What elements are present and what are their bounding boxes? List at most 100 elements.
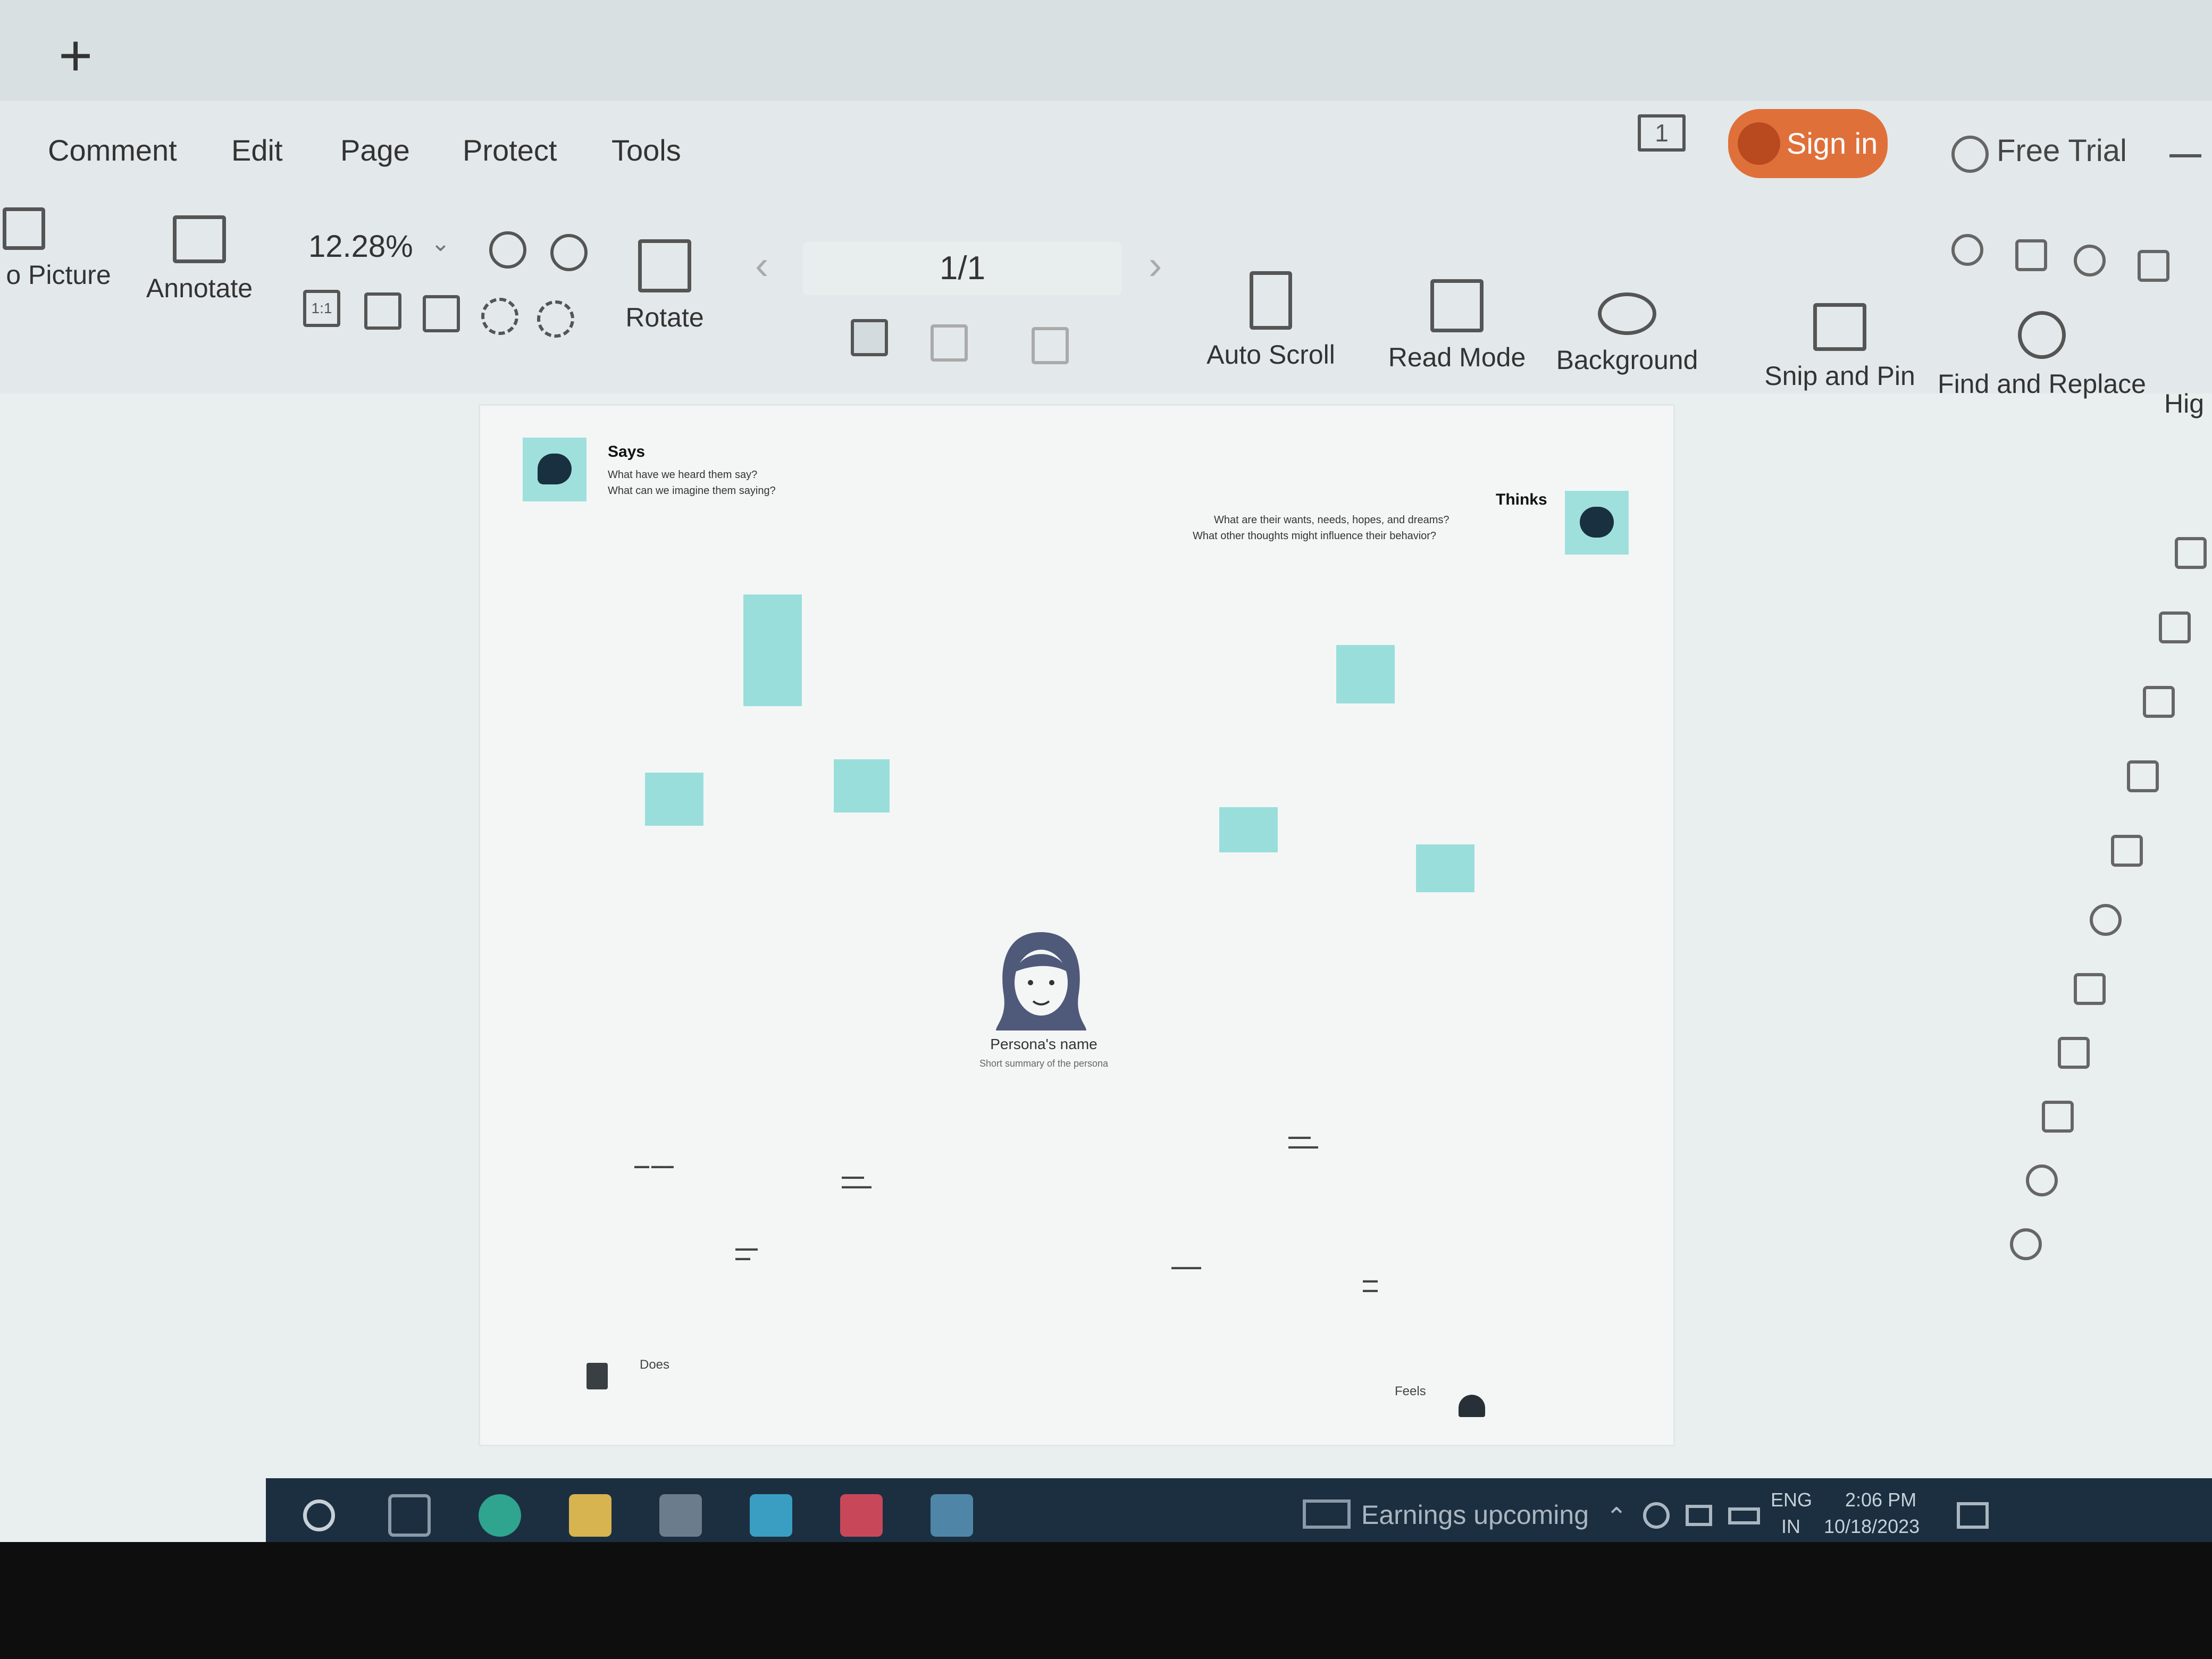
store-icon[interactable] [659,1494,702,1537]
says-icon [523,438,586,501]
user-icon [1738,122,1780,165]
snip-and-pin-button[interactable]: Snip and Pin [1755,303,1925,391]
to-picture-button[interactable]: o Picture [0,207,117,290]
rotate-page-icon [638,239,691,292]
free-trial-button[interactable]: Free Trial [1997,133,2127,169]
does-title: Does [640,1358,670,1372]
help-icon[interactable] [2010,1228,2042,1260]
does-icon [586,1363,608,1389]
language-indicator[interactable]: ENG [1771,1489,1812,1511]
background-button[interactable]: Background [1542,292,1712,375]
read-mode-label: Read Mode [1388,342,1526,372]
edge-icon[interactable] [479,1494,521,1537]
snip-pin-label: Snip and Pin [1764,361,1915,391]
menu-comment[interactable]: Comment [48,133,177,167]
book-icon [1430,279,1484,332]
rotate-button[interactable]: Rotate [611,239,718,333]
crown-icon [1951,136,1989,173]
zoom-select[interactable]: 12.28% [308,229,413,264]
note-text: ▬▬▬ ▬▬ [735,1244,758,1262]
sign-in-button[interactable]: Sign in [1728,109,1888,178]
file-explorer-icon[interactable] [569,1494,611,1537]
search-icon[interactable] [303,1499,335,1531]
picture-icon [3,207,45,250]
comment-icon[interactable] [2138,250,2169,282]
notification-icon[interactable] [1957,1502,1989,1529]
find-and-replace-button[interactable]: Find and Replace [1936,311,2148,399]
pdf-app-icon[interactable] [840,1494,883,1537]
zoom-out-icon[interactable] [489,231,526,269]
sidebar-tool-10-icon[interactable] [2026,1164,2058,1196]
sidebar-tool-1-icon[interactable] [2175,537,2207,569]
photos-icon[interactable] [931,1494,973,1537]
highlight-button[interactable]: Hig [2164,388,2212,419]
chevron-down-icon[interactable]: ⌄ [431,230,450,257]
task-view-icon[interactable] [388,1494,431,1537]
persona-name: Persona's name [990,1036,1097,1052]
earnings-widget[interactable]: Earnings upcoming [1361,1499,1589,1530]
menu-tools[interactable]: Tools [611,133,681,167]
sidebar-tool-3-icon[interactable] [2143,686,2175,718]
network-icon[interactable] [1643,1502,1670,1529]
sidebar-tool-9-icon[interactable] [2042,1101,2074,1133]
sidebar-tool-5-icon[interactable] [2111,835,2143,867]
sidebar-tool-7-icon[interactable] [2074,973,2106,1005]
find-replace-label: Find and Replace [1938,369,2146,399]
sidebar-tool-4-icon[interactable] [2127,760,2159,792]
background-label: Background [1556,345,1698,375]
says-prompt-1: What have we heard them say? [608,469,758,481]
menu-page[interactable]: Page [340,133,410,167]
to-picture-label: o Picture [6,260,111,290]
read-mode-button[interactable]: Read Mode [1377,279,1537,373]
rotate-left-icon[interactable] [481,298,518,335]
rotate-right-icon[interactable] [537,300,574,338]
heart-icon [1459,1395,1485,1417]
minimize-button[interactable] [2169,154,2201,157]
sign-in-label: Sign in [1787,127,1878,160]
menu-edit[interactable]: Edit [231,133,283,167]
toolbar: o Picture Annotate 12.28% ⌄ 1:1 Rotate ‹… [0,191,2212,418]
fit-page-icon[interactable] [364,292,401,330]
clock-time[interactable]: 2:06 PM [1845,1489,1916,1511]
gear-icon[interactable] [2074,245,2106,276]
note-text: ▬▬ ▬▬▬ [634,1161,674,1170]
page-counter[interactable]: 1/1 [803,242,1122,295]
clock-date[interactable]: 10/18/2023 [1824,1515,1920,1538]
single-page-icon[interactable] [851,319,888,356]
note-text: ▬▬▬ ▬▬▬▬ [1288,1132,1318,1150]
sticky-note [1219,807,1278,852]
menu-protect[interactable]: Protect [463,133,557,167]
auto-scroll-label: Auto Scroll [1206,340,1335,370]
keyboard-layout[interactable]: IN [1781,1515,1800,1538]
page-view-button[interactable]: 1 [1638,114,1686,152]
printer-icon[interactable] [2058,1037,2090,1069]
note-text: ▬▬▬ ▬▬▬▬ [842,1172,872,1190]
zoom-in-icon[interactable] [550,234,588,271]
document-page: Says What have we heard them say? What c… [479,404,1675,1446]
two-page-icon[interactable] [931,324,968,362]
annotate-button[interactable]: Annotate [138,215,261,304]
sidebar-sign-icon[interactable] [2090,904,2122,936]
share-user-icon[interactable] [1951,234,1983,266]
note-text: ▬▬▬▬ [1363,1276,1378,1294]
auto-scroll-button[interactable]: Auto Scroll [1191,271,1351,370]
news-icon[interactable] [1303,1499,1351,1529]
snip-icon [1813,303,1866,351]
actual-size-button[interactable]: 1:1 [303,290,340,327]
previous-page-button[interactable]: ‹ [755,242,768,288]
chevron-up-icon[interactable]: ⌃ [1606,1502,1627,1532]
sticky-note [743,594,802,706]
app-window: + Comment Edit Page Protect Tools 1 Sign… [0,0,2212,1542]
next-page-button[interactable]: › [1149,242,1162,288]
thinks-title: Thinks [1496,491,1547,508]
volume-icon[interactable] [1686,1505,1712,1526]
export-icon[interactable] [2015,239,2047,271]
continuous-icon[interactable] [1032,327,1069,364]
sidebar-edit-icon[interactable] [2159,611,2191,643]
thinks-prompt-2: What other thoughts might influence thei… [1193,530,1437,542]
fit-width-icon[interactable] [423,295,460,332]
new-tab-button[interactable]: + [58,27,93,85]
mail-icon[interactable] [750,1494,792,1537]
note-text: ▬▬▬▬ [1171,1262,1201,1271]
battery-icon[interactable] [1728,1507,1760,1524]
